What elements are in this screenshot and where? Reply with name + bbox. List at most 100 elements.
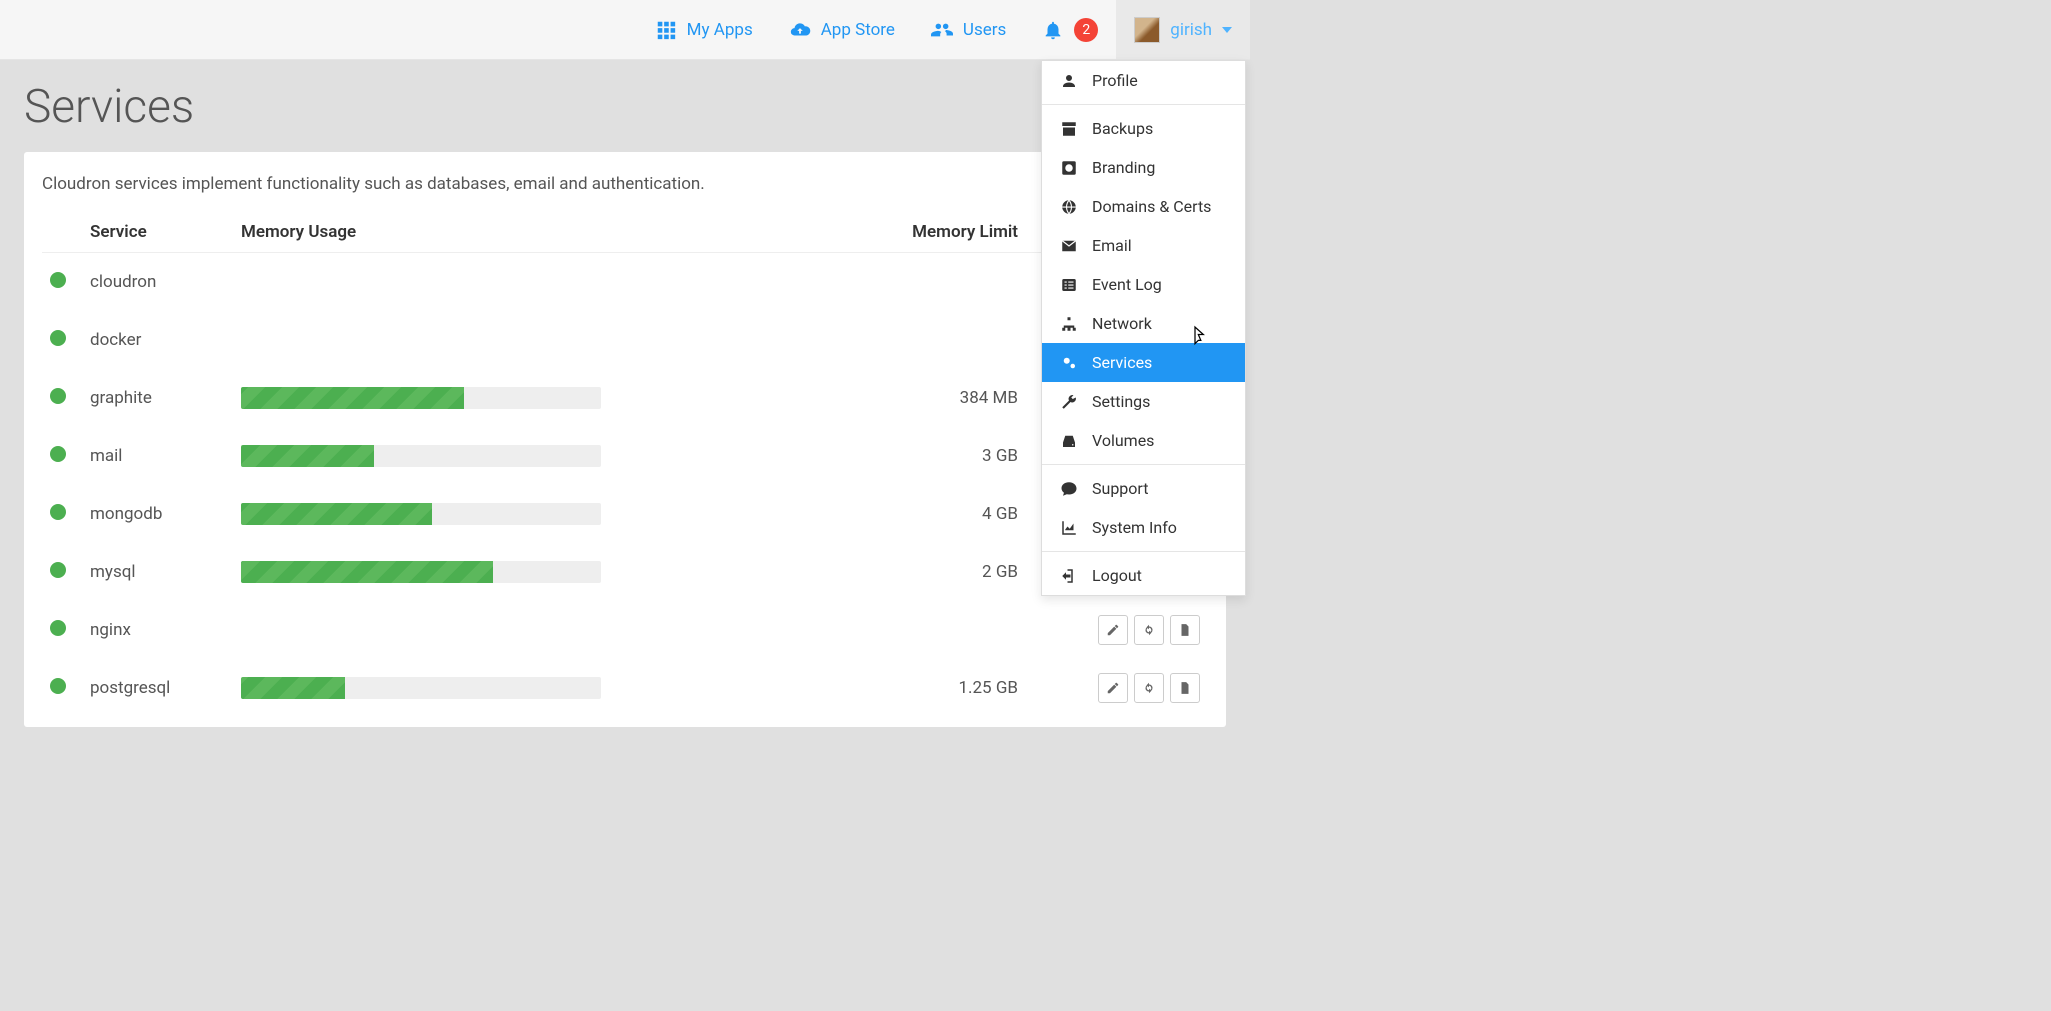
memory-usage-cell xyxy=(233,601,822,659)
status-dot xyxy=(50,620,66,636)
notifications-badge: 2 xyxy=(1074,18,1098,42)
memory-usage-cell xyxy=(233,485,822,543)
service-name: mail xyxy=(82,427,233,485)
cursor-pointer-icon xyxy=(1190,325,1210,349)
service-name: mysql xyxy=(82,543,233,601)
users-icon xyxy=(931,19,953,41)
envelope-icon xyxy=(1060,237,1078,255)
chevron-down-icon xyxy=(1222,27,1232,33)
memory-usage-cell xyxy=(233,543,822,601)
status-dot xyxy=(50,330,66,346)
cloud-icon xyxy=(789,19,811,41)
status-dot xyxy=(50,272,66,288)
grid-icon xyxy=(655,19,677,41)
memory-limit xyxy=(822,601,1048,659)
nav-label: My Apps xyxy=(687,20,753,40)
restart-button[interactable] xyxy=(1134,673,1164,703)
user-icon xyxy=(1060,72,1078,90)
dropdown-item-system-info[interactable]: System Info xyxy=(1042,508,1245,547)
dropdown-divider xyxy=(1042,551,1245,552)
service-name: mongodb xyxy=(82,485,233,543)
table-row: mongodb4 GB xyxy=(42,485,1208,543)
table-row: graphite 384 MB xyxy=(42,369,1208,427)
signout-icon xyxy=(1060,567,1078,585)
dropdown-item-branding[interactable]: Branding xyxy=(1042,148,1245,187)
dropdown-label: System Info xyxy=(1092,518,1177,537)
logs-button[interactable] xyxy=(1170,615,1200,645)
progress-bar xyxy=(241,445,601,467)
dropdown-item-domains-certs[interactable]: Domains & Certs xyxy=(1042,187,1245,226)
status-dot xyxy=(50,678,66,694)
dropdown-item-email[interactable]: Email xyxy=(1042,226,1245,265)
dropdown-item-backups[interactable]: Backups xyxy=(1042,109,1245,148)
chart-icon xyxy=(1060,519,1078,537)
comment-icon xyxy=(1060,480,1078,498)
memory-limit xyxy=(822,311,1048,369)
status-dot xyxy=(50,446,66,462)
memory-usage-cell xyxy=(233,311,822,369)
nav-label: Users xyxy=(963,20,1006,40)
table-row: nginx xyxy=(42,601,1208,659)
progress-bar xyxy=(241,677,601,699)
table-row: postgresql1.25 GB xyxy=(42,659,1208,717)
edit-button[interactable] xyxy=(1098,673,1128,703)
nav-users[interactable]: Users xyxy=(913,0,1024,59)
dropdown-item-profile[interactable]: Profile xyxy=(1042,61,1245,100)
dropdown-divider xyxy=(1042,104,1245,105)
nav-my-apps[interactable]: My Apps xyxy=(637,0,771,59)
dropdown-label: Logout xyxy=(1092,566,1142,585)
table-row: docker xyxy=(42,311,1208,369)
edit-icon xyxy=(1106,623,1120,637)
dropdown-item-services[interactable]: Services xyxy=(1042,343,1245,382)
service-name: cloudron xyxy=(82,253,233,312)
logs-button[interactable] xyxy=(1170,673,1200,703)
dropdown-label: Network xyxy=(1092,314,1152,333)
nav-notifications[interactable]: 2 xyxy=(1024,0,1116,59)
status-dot xyxy=(50,504,66,520)
col-mem-usage: Memory Usage xyxy=(233,212,822,253)
service-name: graphite xyxy=(82,369,233,427)
user-menu-toggle[interactable]: girish xyxy=(1116,0,1250,59)
memory-limit: 2 GB xyxy=(822,543,1048,601)
col-service: Service xyxy=(82,212,233,253)
dropdown-item-event-log[interactable]: Event Log xyxy=(1042,265,1245,304)
globe-sq-icon xyxy=(1060,159,1078,177)
dropdown-item-support[interactable]: Support xyxy=(1042,469,1245,508)
dropdown-label: Services xyxy=(1092,353,1152,372)
edit-button[interactable] xyxy=(1098,615,1128,645)
dropdown-item-settings[interactable]: Settings xyxy=(1042,382,1245,421)
restart-button[interactable] xyxy=(1134,615,1164,645)
archive-icon xyxy=(1060,120,1078,138)
avatar xyxy=(1134,17,1160,43)
page-title: Services xyxy=(24,80,194,134)
dropdown-item-logout[interactable]: Logout xyxy=(1042,556,1245,595)
status-dot xyxy=(50,388,66,404)
edit-icon xyxy=(1106,681,1120,695)
memory-limit: 384 MB xyxy=(822,369,1048,427)
hdd-icon xyxy=(1060,432,1078,450)
dropdown-label: Volumes xyxy=(1092,431,1154,450)
sitemap-icon xyxy=(1060,315,1078,333)
dropdown-label: Backups xyxy=(1092,119,1153,138)
dropdown-label: Email xyxy=(1092,236,1132,255)
panel-description: Cloudron services implement functionalit… xyxy=(42,174,1208,194)
dropdown-item-volumes[interactable]: Volumes xyxy=(1042,421,1245,460)
nav-app-store[interactable]: App Store xyxy=(771,0,913,59)
dropdown-divider xyxy=(1042,464,1245,465)
memory-usage-cell xyxy=(233,427,822,485)
memory-usage-cell xyxy=(233,369,822,427)
service-name: nginx xyxy=(82,601,233,659)
cogs-icon xyxy=(1060,354,1078,372)
progress-bar xyxy=(241,561,601,583)
service-name: postgresql xyxy=(82,659,233,717)
memory-limit: 3 GB xyxy=(822,427,1048,485)
services-table: Service Memory Usage Memory Limit Action… xyxy=(42,212,1208,717)
table-row: cloudron xyxy=(42,253,1208,312)
dropdown-item-network[interactable]: Network xyxy=(1042,304,1245,343)
memory-limit xyxy=(822,253,1048,312)
restart-icon xyxy=(1142,681,1156,695)
status-dot xyxy=(50,562,66,578)
username: girish xyxy=(1170,20,1212,40)
dropdown-label: Domains & Certs xyxy=(1092,197,1211,216)
logs-icon xyxy=(1178,681,1192,695)
